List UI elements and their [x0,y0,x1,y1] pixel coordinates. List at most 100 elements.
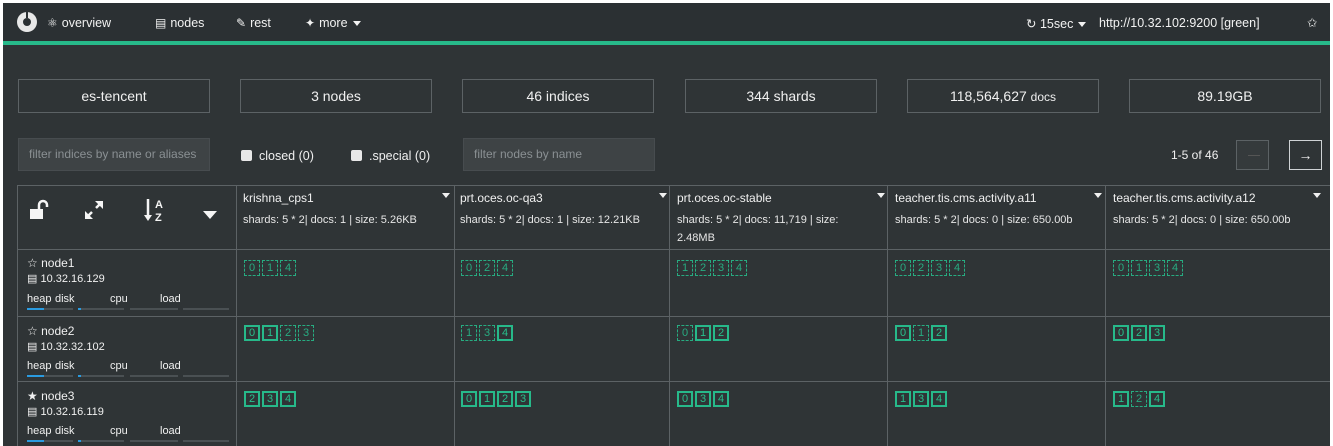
cpu-label: cpu [110,360,128,372]
cluster-name-stat: es-tencent [18,79,210,113]
special-indices-checkbox[interactable]: .special (0) [351,149,430,163]
svg-text:Z: Z [155,212,162,224]
cpu-label: cpu [110,425,128,437]
replica-shard[interactable]: 1 [1131,260,1147,276]
replica-shard[interactable]: 4 [1167,260,1183,276]
shard-cell: 0123 [461,391,531,407]
primary-shard[interactable]: 0 [677,391,693,407]
sort-alpha-icon[interactable]: AZ [143,196,169,227]
replica-shard[interactable]: 1 [461,325,477,341]
replica-shard[interactable]: 3 [931,260,947,276]
index-info: shards: 5 * 2| docs: 1 | size: 5.26KB [243,214,417,226]
caret-down-icon[interactable] [442,193,450,198]
primary-shard[interactable]: 2 [931,325,947,341]
index-info: shards: 5 * 2| docs: 1 | size: 12.21KB [460,214,640,226]
primary-shard[interactable]: 0 [461,391,477,407]
primary-shard[interactable]: 1 [1113,391,1129,407]
primary-shard[interactable]: 2 [713,325,729,341]
replica-shard[interactable]: 1 [913,325,929,341]
magic-wand-icon: ✦ [305,16,316,30]
nav-rest[interactable]: ✎ rest [236,16,271,30]
previous-page-button[interactable] [1236,140,1269,170]
heap-bar-fill [27,375,44,377]
index-name-activity-a11[interactable]: teacher.tis.cms.activity.a11 [895,191,1037,205]
disk-bar [78,308,124,310]
primary-shard[interactable]: 4 [713,391,729,407]
primary-shard[interactable]: 3 [262,391,278,407]
primary-shard[interactable]: 4 [931,391,947,407]
disk-bar-fill [78,440,81,442]
next-page-button[interactable]: → [1289,140,1322,170]
cluster-connection-link[interactable]: http://10.32.102:9200 [green] [1099,16,1260,30]
expand-icon[interactable] [83,199,105,224]
replica-shard[interactable]: 4 [497,260,513,276]
cpu-bar [130,375,178,377]
index-name-oc-stable[interactable]: prt.oces.oc-stable [677,191,772,205]
replica-shard[interactable]: 4 [731,260,747,276]
primary-shard[interactable]: 0 [895,325,911,341]
closed-label: closed (0) [259,149,314,163]
replica-shard[interactable]: 2 [479,260,495,276]
nav-nodes[interactable]: ▤ nodes [155,16,204,30]
primary-shard[interactable]: 3 [913,391,929,407]
top-navbar: ⚛ overview ▤ nodes ✎ rest ✦ more ↻ 15sec htt… [3,3,1330,45]
cerebro-logo-icon[interactable] [17,12,37,32]
primary-shard[interactable]: 3 [515,391,531,407]
primary-shard[interactable]: 4 [497,325,513,341]
replica-shard[interactable]: 3 [713,260,729,276]
replica-shard[interactable]: 1 [262,260,278,276]
replica-shard[interactable]: 2 [913,260,929,276]
primary-shard[interactable]: 4 [1149,391,1165,407]
replica-shard[interactable]: 1 [677,260,693,276]
primary-shard[interactable]: 2 [497,391,513,407]
primary-shard[interactable]: 0 [1113,325,1129,341]
replica-shard[interactable]: 3 [1149,260,1165,276]
cpu-bar [130,308,178,310]
grid-line [236,185,237,446]
replica-shard[interactable]: 2 [280,325,296,341]
cluster-size: 89.19GB [1197,88,1253,104]
nav-overview[interactable]: ⚛ overview [47,16,111,30]
replica-shard[interactable]: 3 [298,325,314,341]
unlock-icon[interactable] [29,199,49,224]
primary-shard[interactable]: 1 [895,391,911,407]
refresh-interval-dropdown[interactable]: ↻ 15sec [1026,16,1087,31]
replica-shard[interactable]: 4 [280,260,296,276]
replica-shard[interactable]: 0 [1113,260,1129,276]
node-row-node3[interactable]: ★ node3 ▤ 10.32.16.119 [27,389,104,421]
primary-shard[interactable]: 1 [479,391,495,407]
primary-shard[interactable]: 0 [244,325,260,341]
nav-more-dropdown[interactable]: ✦ more [305,16,361,30]
disconnect-pin-icon[interactable]: ✩ [1307,15,1317,30]
replica-shard[interactable]: 2 [695,260,711,276]
index-name-activity-a12[interactable]: teacher.tis.cms.activity.a12 [1113,191,1256,205]
cluster-url: http://10.32.102:9200 [green] [1099,16,1260,30]
primary-shard[interactable]: 3 [695,391,711,407]
caret-down-icon[interactable] [1313,193,1321,198]
index-name-krishna[interactable]: krishna_cps1 [243,191,314,205]
replica-shard[interactable]: 0 [895,260,911,276]
primary-shard[interactable]: 1 [262,325,278,341]
replica-shard[interactable]: 4 [949,260,965,276]
caret-down-icon[interactable] [877,193,885,198]
shard-cell: 234 [244,391,296,407]
primary-shard[interactable]: 2 [1131,325,1147,341]
caret-down-icon[interactable] [1094,193,1102,198]
replica-shard[interactable]: 3 [479,325,495,341]
filter-indices-input[interactable]: filter indices by name or aliases [18,138,210,171]
node-row-node1[interactable]: ☆ node1 ▤ 10.32.16.129 [27,256,105,288]
primary-shard[interactable]: 4 [280,391,296,407]
primary-shard[interactable]: 3 [1149,325,1165,341]
primary-shard[interactable]: 2 [244,391,260,407]
replica-shard[interactable]: 2 [1131,391,1147,407]
index-name-oc-qa3[interactable]: prt.oces.oc-qa3 [460,191,543,205]
caret-down-icon[interactable] [659,193,667,198]
caret-down-icon[interactable] [203,209,217,223]
primary-shard[interactable]: 1 [695,325,711,341]
replica-shard[interactable]: 0 [461,260,477,276]
replica-shard[interactable]: 0 [244,260,260,276]
node-row-node2[interactable]: ☆ node2 ▤ 10.32.32.102 [27,324,105,356]
filter-nodes-input[interactable]: filter nodes by name [463,138,655,171]
closed-indices-checkbox[interactable]: closed (0) [241,149,314,163]
replica-shard[interactable]: 0 [677,325,693,341]
